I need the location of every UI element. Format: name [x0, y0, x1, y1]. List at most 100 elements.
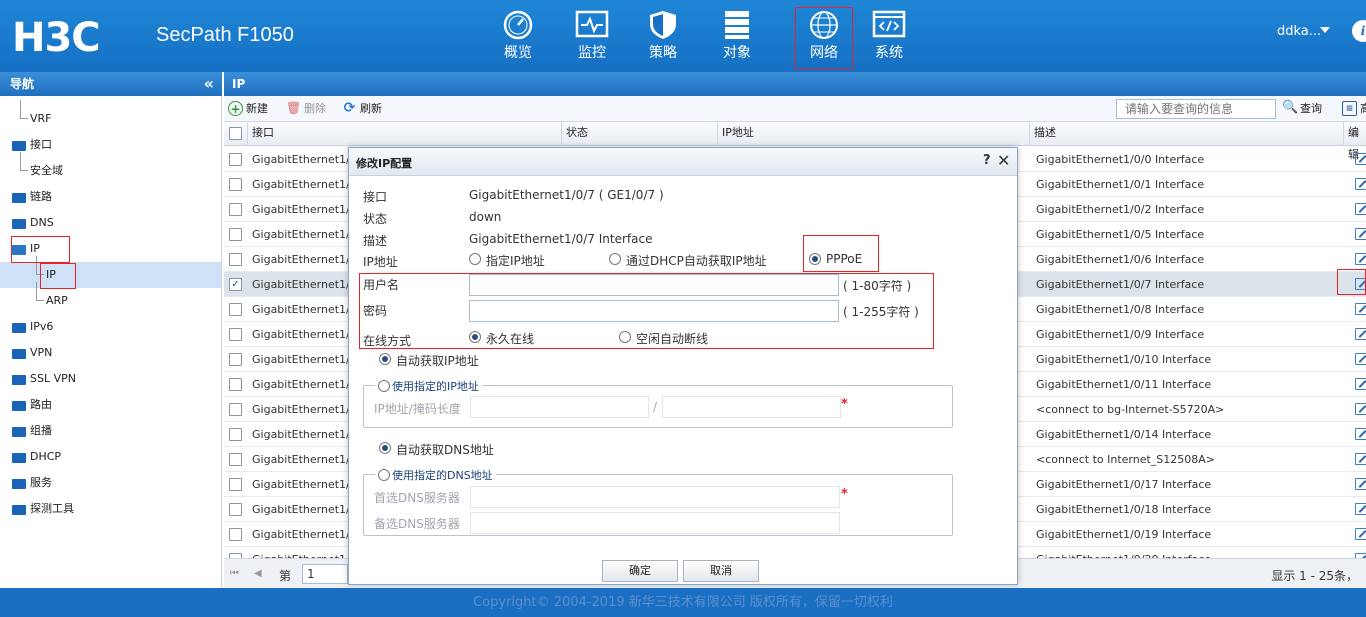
row-checkbox[interactable]	[229, 203, 242, 216]
ip-pppoe-radio[interactable]	[809, 253, 821, 265]
sidebar-item-interface[interactable]: 接口	[0, 132, 221, 158]
row-checkbox[interactable]	[229, 503, 242, 516]
search-input[interactable]	[1116, 99, 1276, 119]
sidebar-item-label: VRF	[30, 112, 52, 125]
refresh-button[interactable]: ⟳ 刷新	[342, 100, 382, 118]
row-checkbox[interactable]	[229, 303, 242, 316]
manual-dns-radio[interactable]	[378, 469, 390, 481]
description-cell: GigabitEthernet1/0/8 Interface	[1036, 303, 1205, 316]
column-edit[interactable]: 编辑	[1344, 122, 1366, 161]
new-button[interactable]: + 新建	[228, 100, 268, 118]
edit-icon[interactable]	[1355, 253, 1366, 265]
chevron-down-icon[interactable]	[1320, 27, 1330, 33]
sidebar-item-ip[interactable]: IP	[0, 236, 221, 262]
sidebar-item-dhcp[interactable]: DHCP	[0, 444, 221, 470]
sidebar-item-ipv6[interactable]: IPv6	[0, 314, 221, 340]
username-input[interactable]	[469, 274, 839, 296]
column-interface[interactable]: 接口	[248, 122, 562, 146]
ok-button[interactable]: 确定	[602, 560, 678, 582]
sidebar-item-routing[interactable]: 路由	[0, 392, 221, 418]
manual-ip-radio[interactable]	[378, 380, 390, 392]
header-select-all[interactable]	[224, 122, 248, 146]
delete-button[interactable]: 🗑 删除	[286, 100, 326, 118]
edit-icon[interactable]	[1355, 478, 1366, 490]
edit-icon[interactable]	[1355, 303, 1366, 315]
column-status[interactable]: 状态	[562, 122, 718, 146]
sidebar-item-ip-sub[interactable]: IP	[0, 256, 221, 288]
nav-object[interactable]: 对象	[708, 8, 766, 70]
page-number-input[interactable]: 1	[302, 564, 348, 584]
row-checkbox[interactable]: ✓	[229, 278, 242, 291]
mask-length-input[interactable]	[662, 396, 841, 418]
sidebar-item-services[interactable]: 服务	[0, 470, 221, 496]
nav-monitor[interactable]: 监控	[563, 8, 621, 70]
row-checkbox[interactable]	[229, 378, 242, 391]
sidebar-item-label: IPv6	[30, 320, 54, 333]
edit-icon[interactable]	[1355, 328, 1366, 340]
edit-icon[interactable]	[1355, 403, 1366, 415]
row-checkbox[interactable]	[229, 253, 242, 266]
user-menu[interactable]: ddka...	[1277, 24, 1321, 39]
nav-overview[interactable]: 概览	[489, 8, 547, 70]
sidebar-item-link[interactable]: 链路	[0, 184, 221, 210]
edit-icon[interactable]	[1355, 278, 1366, 290]
edit-icon[interactable]	[1355, 378, 1366, 390]
sidebar-item-vpn[interactable]: VPN	[0, 340, 221, 366]
manual-dns-legend: 使用指定的DNS地址	[375, 467, 496, 483]
sidebar-item-dns[interactable]: DNS	[0, 210, 221, 236]
row-checkbox[interactable]	[229, 153, 242, 166]
row-checkbox[interactable]	[229, 528, 242, 541]
edit-icon[interactable]	[1355, 353, 1366, 365]
online-always-radio[interactable]	[469, 331, 481, 343]
sidebar-item-probe-tools[interactable]: 探测工具	[0, 496, 221, 522]
select-all-checkbox[interactable]	[229, 127, 242, 140]
edit-icon[interactable]	[1355, 428, 1366, 440]
column-description[interactable]: 描述	[1030, 122, 1344, 146]
row-checkbox[interactable]	[229, 428, 242, 441]
advanced-query-button[interactable]: ≡ 高	[1342, 100, 1366, 118]
nav-policy[interactable]: 策略	[634, 8, 692, 70]
row-checkbox[interactable]	[229, 453, 242, 466]
close-icon[interactable]: ✕	[997, 151, 1010, 170]
collapse-icon[interactable]: «	[204, 72, 214, 96]
edit-icon[interactable]	[1355, 228, 1366, 240]
query-button[interactable]: 🔍 查询	[1282, 100, 1322, 118]
edit-icon[interactable]	[1355, 503, 1366, 515]
edit-icon[interactable]	[1355, 528, 1366, 540]
sidebar-item-security-zone[interactable]: 安全域	[0, 152, 221, 184]
row-checkbox[interactable]	[229, 178, 242, 191]
interface-cell: GigabitEthernet1/0/	[252, 303, 352, 316]
interface-cell: GigabitEthernet1/0/	[252, 203, 352, 216]
nav-system[interactable]: 系统	[860, 8, 918, 70]
help-icon[interactable]: ?	[983, 153, 991, 168]
column-ip-address[interactable]: IP地址	[718, 122, 1030, 146]
primary-dns-input[interactable]	[470, 486, 840, 508]
cancel-button[interactable]: 取消	[683, 560, 759, 582]
first-page-icon[interactable]: ⏮	[230, 568, 240, 580]
edit-icon[interactable]	[1355, 453, 1366, 465]
ip-address-input[interactable]	[470, 396, 649, 418]
online-idle-radio[interactable]	[619, 331, 631, 343]
sidebar-item-multicast[interactable]: 组播	[0, 418, 221, 444]
row-checkbox[interactable]	[229, 353, 242, 366]
info-icon[interactable]: i	[1352, 20, 1366, 42]
sidebar-item-vrf[interactable]: VRF	[0, 100, 221, 132]
edit-icon[interactable]	[1355, 178, 1366, 190]
secondary-dns-input[interactable]	[470, 512, 840, 534]
nav-network[interactable]: 网络	[795, 7, 853, 69]
auto-ip-radio[interactable]	[379, 353, 391, 365]
ip-dhcp-radio[interactable]	[609, 253, 621, 265]
sidebar-item-arp[interactable]: ARP	[0, 282, 221, 314]
advanced-search-icon: ≡	[1342, 101, 1357, 116]
edit-icon[interactable]	[1355, 203, 1366, 215]
auto-dns-radio[interactable]	[379, 442, 391, 454]
row-checkbox[interactable]	[229, 228, 242, 241]
ip-static-radio[interactable]	[469, 253, 481, 265]
password-input[interactable]	[469, 300, 839, 322]
edit-icon[interactable]	[1355, 153, 1366, 165]
row-checkbox[interactable]	[229, 478, 242, 491]
prev-page-icon[interactable]: ◀	[254, 568, 264, 580]
row-checkbox[interactable]	[229, 328, 242, 341]
row-checkbox[interactable]	[229, 403, 242, 416]
sidebar-item-ssl-vpn[interactable]: SSL VPN	[0, 366, 221, 392]
